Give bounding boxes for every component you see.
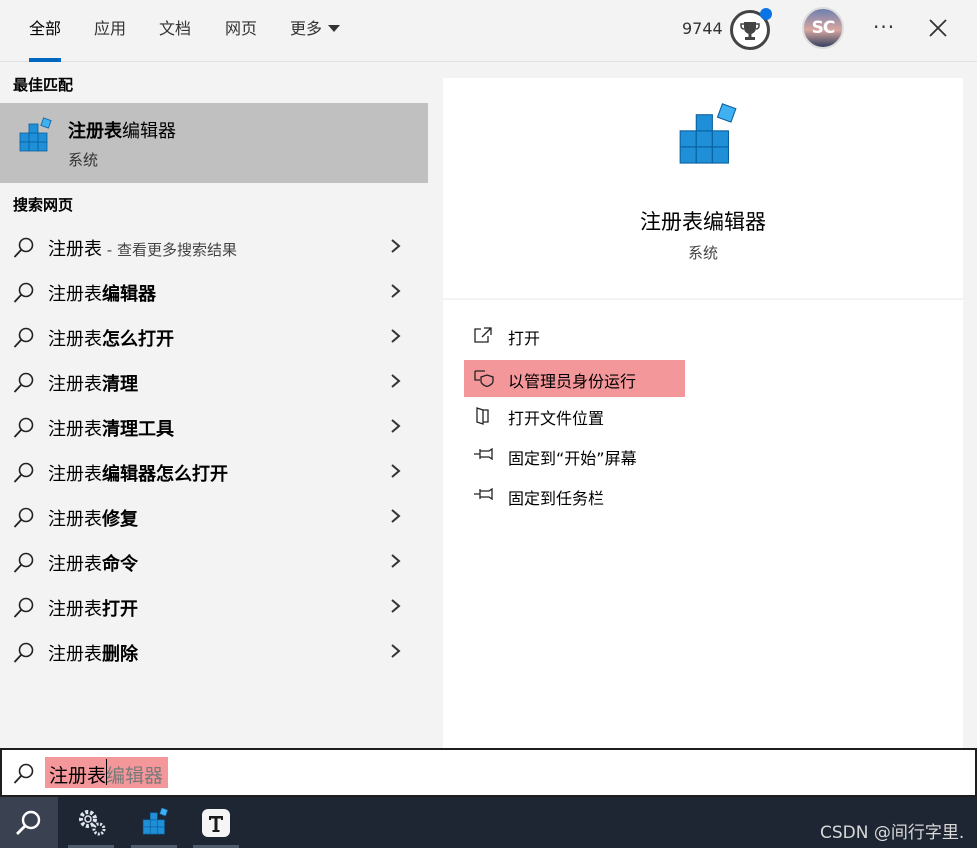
watermark-text: CSDN @间行字里.	[820, 823, 965, 843]
web-search-result[interactable]: 注册表编辑器怎么打开	[0, 449, 428, 494]
shield-icon	[473, 369, 495, 391]
close-icon[interactable]	[927, 17, 949, 39]
action-pin-to-start[interactable]: 固定到“开始”屏幕	[464, 437, 685, 474]
search-icon	[12, 461, 36, 489]
registry-editor-icon[interactable]	[127, 797, 181, 848]
chevron-right-icon	[390, 283, 402, 303]
file-location-icon	[473, 406, 493, 430]
registry-editor-icon	[673, 102, 741, 178]
web-search-result-text: 注册表编辑器怎么打开	[48, 464, 228, 485]
tab-more[interactable]: 更多	[290, 0, 341, 62]
chevron-right-icon	[390, 238, 402, 258]
web-search-result[interactable]: 注册表命令	[0, 539, 428, 584]
web-search-result[interactable]: 注册表怎么打开	[0, 314, 428, 359]
web-search-result[interactable]: 注册表修复	[0, 494, 428, 539]
action-run-as-admin[interactable]: 以管理员身份运行	[464, 360, 685, 397]
best-match-item[interactable]: 注册表编辑器 系统	[0, 103, 428, 183]
search-icon	[12, 641, 36, 669]
web-search-result[interactable]: 注册表清理	[0, 359, 428, 404]
web-search-result[interactable]: 注册表 - 查看更多搜索结果	[0, 224, 428, 269]
web-search-result-text: 注册表 - 查看更多搜索结果	[48, 239, 237, 260]
typora-icon[interactable]	[189, 797, 243, 848]
pin-icon	[473, 446, 495, 466]
search-icon	[12, 506, 36, 534]
chevron-right-icon	[390, 643, 402, 663]
taskbar: CSDN @间行字里.	[0, 797, 977, 848]
chevron-right-icon	[390, 553, 402, 573]
tab-documents[interactable]: 文档	[159, 0, 191, 62]
best-match-heading: 最佳匹配	[13, 76, 74, 94]
registry-editor-icon	[16, 117, 54, 161]
app-detail-card: 注册表编辑器 系统	[443, 78, 963, 298]
search-icon	[12, 371, 36, 399]
rewards-points: 9744	[682, 19, 723, 38]
open-icon	[473, 326, 493, 348]
avatar[interactable]: SC	[802, 7, 844, 49]
web-search-result-text: 注册表清理	[48, 374, 138, 395]
search-input-text[interactable]: 注册表	[49, 761, 106, 788]
chevron-right-icon	[390, 598, 402, 618]
notification-dot	[760, 8, 772, 20]
chevron-right-icon	[390, 418, 402, 438]
web-search-result[interactable]: 注册表编辑器	[0, 269, 428, 314]
search-icon	[12, 416, 36, 444]
web-search-result-text: 注册表编辑器	[48, 284, 156, 305]
web-search-result[interactable]: 注册表清理工具	[0, 404, 428, 449]
action-open-file-location[interactable]: 打开文件位置	[464, 397, 685, 434]
search-icon	[12, 596, 36, 624]
search-icon	[12, 551, 36, 579]
search-icon	[12, 762, 36, 790]
chevron-right-icon	[390, 373, 402, 393]
best-match-title: 注册表编辑器	[68, 121, 176, 142]
web-search-result[interactable]: 注册表删除	[0, 629, 428, 674]
search-icon	[12, 281, 36, 309]
action-open[interactable]: 打开	[464, 317, 685, 354]
web-search-result-text: 注册表打开	[48, 599, 138, 620]
web-search-result-text: 注册表怎么打开	[48, 329, 174, 350]
more-options-icon[interactable]: ···	[873, 15, 895, 39]
web-search-result[interactable]: 注册表打开	[0, 584, 428, 629]
taskbar-search-button[interactable]	[0, 797, 58, 848]
settings-icon[interactable]	[64, 797, 118, 848]
action-pin-to-taskbar[interactable]: 固定到任务栏	[464, 477, 685, 514]
app-title: 注册表编辑器	[640, 210, 766, 234]
search-autocomplete: 编辑器	[106, 765, 164, 787]
best-match-subtitle: 系统	[68, 151, 99, 169]
pin-icon	[473, 486, 495, 506]
chevron-right-icon	[390, 463, 402, 483]
search-box[interactable]: 注册表 编辑器	[0, 748, 977, 797]
search-header: 全部 应用 文档 网页 更多 9744 SC ···	[0, 0, 977, 62]
tab-all[interactable]: 全部	[29, 0, 62, 62]
tab-apps[interactable]: 应用	[94, 0, 126, 62]
web-search-result-text: 注册表清理工具	[48, 419, 174, 440]
search-icon	[12, 326, 36, 354]
chevron-right-icon	[390, 508, 402, 528]
web-search-result-text: 注册表删除	[48, 644, 138, 665]
web-search-result-text: 注册表修复	[48, 509, 138, 530]
web-search-result-text: 注册表命令	[48, 554, 138, 575]
caret-down-icon	[328, 25, 341, 32]
tab-web[interactable]: 网页	[225, 0, 257, 62]
search-icon	[12, 236, 36, 264]
app-category: 系统	[687, 244, 718, 262]
app-actions-panel: 打开 以管理员身份运行 打开文件位置 固定到“开始”屏幕 固定到任务栏	[443, 300, 963, 748]
web-search-heading: 搜索网页	[13, 196, 74, 214]
text-cursor	[106, 759, 107, 785]
chevron-right-icon	[390, 328, 402, 348]
